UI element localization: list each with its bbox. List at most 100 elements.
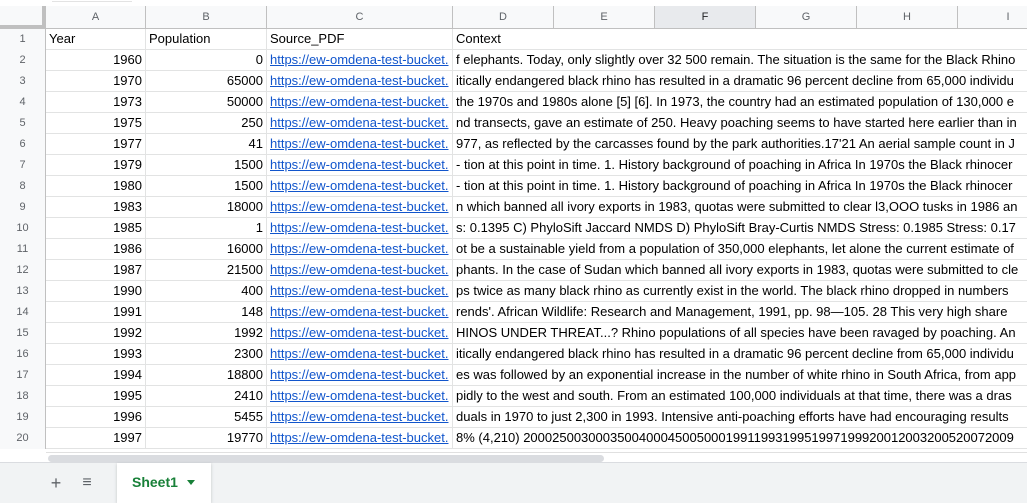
source-pdf-cell[interactable]: https://ew-omdena-test-bucket. <box>267 302 453 322</box>
population-cell[interactable]: 41 <box>146 134 267 154</box>
column-header-a[interactable]: A <box>46 6 146 28</box>
source-pdf-cell[interactable]: https://ew-omdena-test-bucket. <box>267 407 453 427</box>
row-header[interactable]: 3 <box>0 71 46 92</box>
source-pdf-link[interactable]: https://ew-omdena-test-bucket. <box>270 388 448 403</box>
source-pdf-cell[interactable]: https://ew-omdena-test-bucket. <box>267 239 453 259</box>
context-cell[interactable]: es was followed by an exponential increa… <box>453 365 1027 385</box>
population-cell[interactable]: 1500 <box>146 155 267 175</box>
context-cell[interactable]: pidly to the west and south. From an est… <box>453 386 1027 406</box>
year-cell[interactable]: 1960 <box>46 50 146 70</box>
row-header[interactable]: 9 <box>0 197 46 218</box>
year-cell[interactable]: 1975 <box>46 113 146 133</box>
source-pdf-link[interactable]: https://ew-omdena-test-bucket. <box>270 262 448 277</box>
column-header-e[interactable]: E <box>554 6 655 28</box>
population-cell[interactable]: 0 <box>146 50 267 70</box>
context-cell[interactable]: f elephants. Today, only slightly over 3… <box>453 50 1027 70</box>
context-cell[interactable]: nd transects, gave an estimate of 250. H… <box>453 113 1027 133</box>
population-cell[interactable]: 21500 <box>146 260 267 280</box>
column-header-h[interactable]: H <box>857 6 958 28</box>
year-cell[interactable]: 1977 <box>46 134 146 154</box>
row-header[interactable]: 18 <box>0 386 46 407</box>
source-pdf-cell[interactable]: https://ew-omdena-test-bucket. <box>267 197 453 217</box>
year-cell[interactable]: 1993 <box>46 344 146 364</box>
context-cell[interactable]: itically endangered black rhino has resu… <box>453 344 1027 364</box>
source-pdf-cell[interactable]: https://ew-omdena-test-bucket. <box>267 365 453 385</box>
row-header[interactable]: 15 <box>0 323 46 344</box>
context-cell[interactable]: 977, as reflected by the carcasses found… <box>453 134 1027 154</box>
column-header-i[interactable]: I <box>958 6 1027 28</box>
population-cell[interactable]: 2410 <box>146 386 267 406</box>
source-pdf-cell[interactable]: https://ew-omdena-test-bucket. <box>267 386 453 406</box>
source-pdf-link[interactable]: https://ew-omdena-test-bucket. <box>270 325 448 340</box>
column-header-f[interactable]: F <box>655 6 756 28</box>
source-pdf-cell[interactable]: https://ew-omdena-test-bucket. <box>267 428 453 448</box>
population-cell[interactable]: 16000 <box>146 239 267 259</box>
population-cell[interactable]: 148 <box>146 302 267 322</box>
context-cell[interactable]: s: 0.1395 C) PhyloSift Jaccard NMDS D) P… <box>453 218 1027 238</box>
population-cell[interactable]: 400 <box>146 281 267 301</box>
row-header[interactable]: 17 <box>0 365 46 386</box>
context-cell[interactable]: the 1970s and 1980s alone [5] [6]. In 19… <box>453 92 1027 112</box>
row-header[interactable]: 19 <box>0 407 46 428</box>
context-cell[interactable]: ot be a sustainable yield from a populat… <box>453 239 1027 259</box>
chevron-down-icon[interactable] <box>187 480 195 485</box>
population-cell[interactable]: 1992 <box>146 323 267 343</box>
source-pdf-link[interactable]: https://ew-omdena-test-bucket. <box>270 157 448 172</box>
all-sheets-icon[interactable]: ≡ <box>75 471 99 495</box>
population-cell[interactable]: 18800 <box>146 365 267 385</box>
context-cell[interactable]: itically endangered black rhino has resu… <box>453 71 1027 91</box>
year-cell[interactable]: 1995 <box>46 386 146 406</box>
year-cell[interactable]: 1990 <box>46 281 146 301</box>
source-pdf-link[interactable]: https://ew-omdena-test-bucket. <box>270 430 448 445</box>
year-cell[interactable]: 1983 <box>46 197 146 217</box>
source-pdf-cell[interactable]: https://ew-omdena-test-bucket. <box>267 134 453 154</box>
year-cell[interactable]: 1997 <box>46 428 146 448</box>
source-pdf-link[interactable]: https://ew-omdena-test-bucket. <box>270 409 448 424</box>
source-pdf-link[interactable]: https://ew-omdena-test-bucket. <box>270 304 448 319</box>
year-cell[interactable]: 1994 <box>46 365 146 385</box>
population-cell[interactable]: 65000 <box>146 71 267 91</box>
source-pdf-link[interactable]: https://ew-omdena-test-bucket. <box>270 94 448 109</box>
select-all-corner[interactable] <box>0 6 46 29</box>
year-cell[interactable]: 1970 <box>46 71 146 91</box>
column-header-g[interactable]: G <box>756 6 857 28</box>
row-header[interactable]: 13 <box>0 281 46 302</box>
context-cell[interactable]: 8% (4,210) 20002500300035004000450050001… <box>453 428 1027 448</box>
population-cell[interactable]: 1500 <box>146 176 267 196</box>
context-cell[interactable]: phants. In the case of Sudan which banne… <box>453 260 1027 280</box>
population-cell[interactable]: 250 <box>146 113 267 133</box>
column-header-b[interactable]: B <box>146 6 267 28</box>
source-pdf-cell[interactable]: https://ew-omdena-test-bucket. <box>267 50 453 70</box>
context-cell[interactable]: Context <box>453 29 1027 49</box>
row-header[interactable]: 12 <box>0 260 46 281</box>
source-pdf-cell[interactable]: Source_PDF <box>267 29 453 49</box>
source-pdf-link[interactable]: https://ew-omdena-test-bucket. <box>270 136 448 151</box>
population-cell[interactable]: 1 <box>146 218 267 238</box>
population-cell[interactable]: 19770 <box>146 428 267 448</box>
year-cell[interactable]: 1973 <box>46 92 146 112</box>
row-header[interactable]: 16 <box>0 344 46 365</box>
row-header[interactable]: 11 <box>0 239 46 260</box>
context-cell[interactable]: n which banned all ivory exports in 1983… <box>453 197 1027 217</box>
year-cell[interactable]: Year <box>46 29 146 49</box>
context-cell[interactable]: ps twice as many black rhino as currentl… <box>453 281 1027 301</box>
context-cell[interactable]: - tion at this point in time. 1. History… <box>453 176 1027 196</box>
column-header-c[interactable]: C <box>267 6 453 28</box>
plus-icon[interactable]: + <box>44 471 68 495</box>
row-header[interactable]: 1 <box>0 29 46 50</box>
population-cell[interactable]: 2300 <box>146 344 267 364</box>
year-cell[interactable]: 1991 <box>46 302 146 322</box>
source-pdf-cell[interactable]: https://ew-omdena-test-bucket. <box>267 176 453 196</box>
year-cell[interactable]: 1987 <box>46 260 146 280</box>
row-header[interactable]: 6 <box>0 134 46 155</box>
year-cell[interactable]: 1979 <box>46 155 146 175</box>
source-pdf-cell[interactable]: https://ew-omdena-test-bucket. <box>267 281 453 301</box>
source-pdf-cell[interactable]: https://ew-omdena-test-bucket. <box>267 344 453 364</box>
source-pdf-link[interactable]: https://ew-omdena-test-bucket. <box>270 220 448 235</box>
row-header[interactable]: 7 <box>0 155 46 176</box>
scrollbar-thumb[interactable] <box>48 455 604 462</box>
context-cell[interactable]: rends'. African Wildlife: Research and M… <box>453 302 1027 322</box>
row-header[interactable]: 10 <box>0 218 46 239</box>
year-cell[interactable]: 1985 <box>46 218 146 238</box>
year-cell[interactable]: 1996 <box>46 407 146 427</box>
